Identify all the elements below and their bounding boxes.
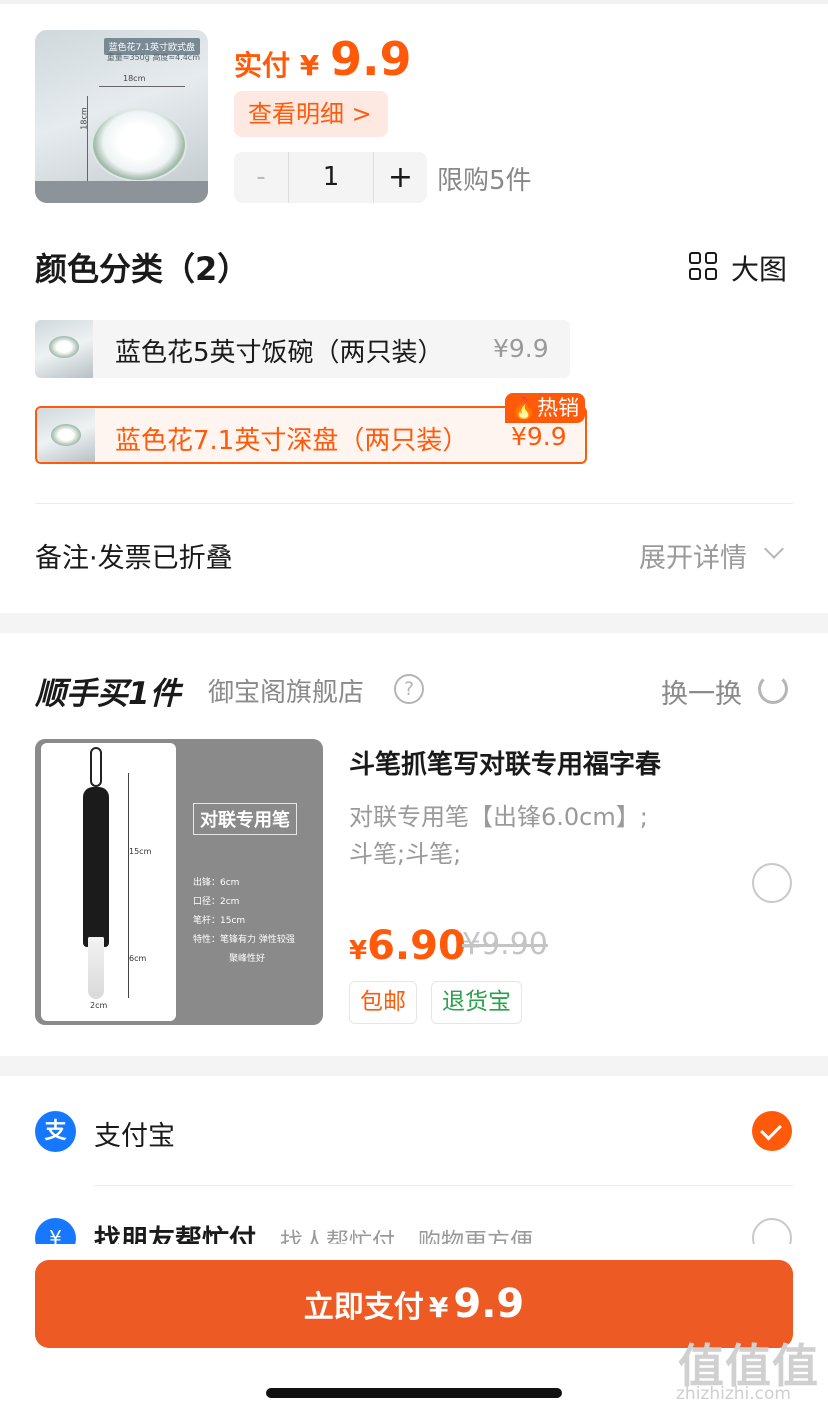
- top-divider: [0, 0, 828, 4]
- addon-product-image[interactable]: 15cm 6cm 2cm 对联专用笔 出锋：6cm 口径：2cm 笔杆：15cm…: [35, 739, 323, 1025]
- alipay-selected-radio[interactable]: [752, 1111, 792, 1151]
- card-label: 对联专用笔: [193, 803, 297, 835]
- image-strip: [35, 181, 208, 203]
- section-separator: [0, 613, 828, 633]
- spec-line: 特性：笔锋有力 弹性较强: [193, 935, 295, 945]
- variant-price: ¥9.9: [493, 334, 549, 363]
- image-subtag: 重量≈350g 高度≈4.4cm: [106, 53, 200, 62]
- hot-sale-badge: 🔥热销: [505, 393, 585, 423]
- decrease-button[interactable]: -: [234, 152, 288, 203]
- grid-icon: [689, 252, 719, 282]
- alipay-label[interactable]: 支付宝: [94, 1114, 175, 1153]
- expand-details-button[interactable]: 展开详情: [639, 536, 784, 575]
- addon-select-radio[interactable]: [752, 863, 792, 903]
- product-image[interactable]: 蓝色花7.1英寸欧式盘 重量≈350g 高度≈4.4cm 18cm 18cm: [35, 30, 208, 203]
- spec-line: 笔杆：15cm: [193, 916, 246, 926]
- pay-now-label: 立即支付: [303, 1290, 424, 1325]
- store-name[interactable]: 御宝阁旗舰店: [208, 672, 364, 709]
- purchase-limit: 限购5件: [437, 166, 532, 196]
- pay-amount: 9.9: [330, 32, 412, 86]
- watermark-domain: zhizhizhi.com: [676, 1384, 791, 1404]
- increase-button[interactable]: +: [374, 152, 427, 203]
- price-value: 6.90: [367, 923, 466, 969]
- pay-now-currency: ¥: [428, 1291, 449, 1324]
- spec-line: 聚峰性好: [229, 954, 266, 964]
- divider: [35, 503, 793, 504]
- plate-image: [91, 108, 187, 182]
- fire-icon: 🔥: [510, 396, 538, 420]
- measure-label: 6cm: [129, 954, 147, 963]
- measure-label: 2cm: [90, 1001, 108, 1010]
- variant-option[interactable]: 蓝色花5英寸饭碗（两只装） ¥9.9: [35, 320, 570, 378]
- remark-invoice-label: 备注·发票已折叠: [35, 543, 233, 574]
- addon-original-price: ¥9.90: [462, 927, 548, 962]
- variant-name: 蓝色花5英寸饭碗（两只装）: [115, 338, 444, 368]
- addon-title: 顺手买1件: [35, 676, 181, 712]
- brush-tip: [88, 937, 104, 999]
- help-icon[interactable]: ?: [394, 674, 424, 704]
- return-insurance-badge: 退货宝: [431, 981, 522, 1024]
- expand-label: 展开详情: [639, 543, 747, 574]
- chevron-down-icon: [764, 539, 784, 559]
- brush-handle: [83, 787, 109, 947]
- hot-sale-label: 热销: [537, 396, 580, 420]
- dimension-width: 18cm: [123, 74, 146, 83]
- variant-thumbnail: [35, 320, 93, 378]
- quantity-value[interactable]: 1: [288, 152, 374, 203]
- addon-product-desc: 对联专用笔【出锋6.0cm】;: [349, 803, 648, 831]
- measure-label: 15cm: [129, 847, 152, 856]
- home-indicator[interactable]: [266, 1388, 562, 1398]
- refresh-icon[interactable]: [758, 674, 788, 704]
- divider: [94, 1185, 793, 1186]
- addon-price: ¥6.90: [349, 923, 466, 969]
- pay-now-amount: 9.9: [453, 1281, 525, 1327]
- swap-button[interactable]: 换一换: [661, 672, 742, 711]
- currency-symbol: ¥: [349, 936, 368, 966]
- color-category-title: 颜色分类（2）: [35, 250, 250, 288]
- addon-product-name[interactable]: 斗笔抓笔写对联专用福字春: [349, 744, 661, 781]
- pay-label: 实付 ¥: [234, 49, 320, 82]
- section-separator: [0, 1056, 828, 1076]
- dimension-height: 18cm: [79, 107, 89, 130]
- dimension-line: [99, 86, 185, 87]
- spec-line: 口径：2cm: [193, 897, 240, 907]
- addon-product-desc: 斗笔;斗笔;: [349, 840, 462, 868]
- spec-line: 出锋：6cm: [193, 878, 240, 888]
- quantity-stepper: - 1 +: [234, 152, 427, 203]
- free-shipping-badge: 包邮: [349, 981, 417, 1024]
- variant-price: ¥9.9: [511, 422, 567, 451]
- ruler-line: [128, 773, 129, 998]
- brush-loop: [90, 747, 102, 787]
- variant-name: 蓝色花7.1英寸深盘（两只装）: [115, 426, 469, 456]
- view-details-button[interactable]: 查看明细 >: [234, 91, 388, 137]
- big-view-label: 大图: [731, 253, 788, 286]
- variant-thumbnail: [37, 408, 95, 462]
- alipay-icon: 支: [35, 1111, 76, 1152]
